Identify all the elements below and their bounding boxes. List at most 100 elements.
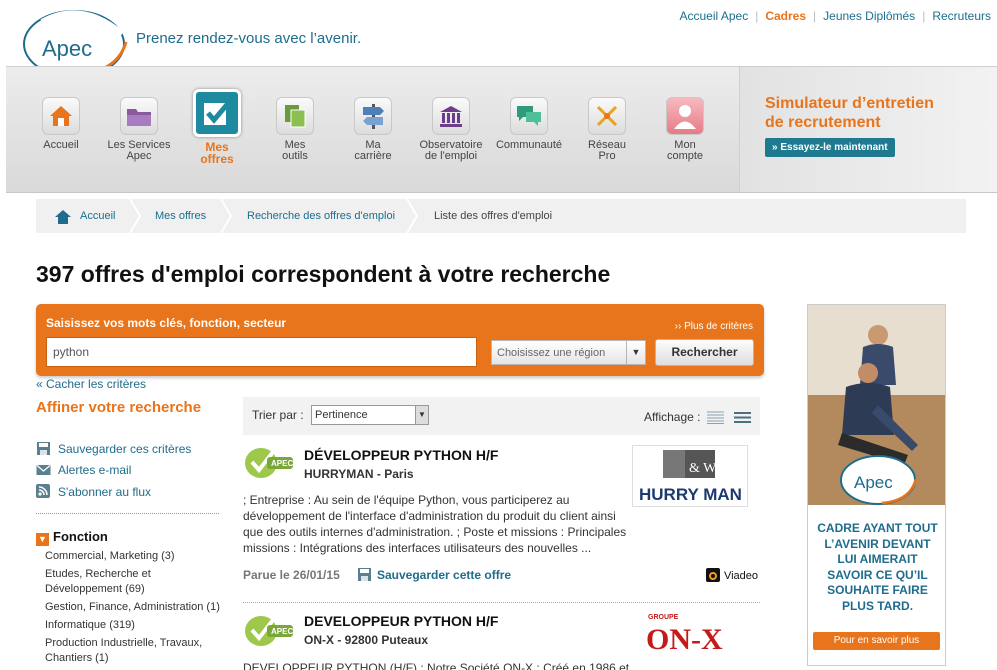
nav-label: Apec xyxy=(126,150,152,162)
envelope-icon xyxy=(36,464,51,477)
save-criteria-link[interactable]: Sauvegarder ces critères xyxy=(36,442,191,456)
ad-logo-text: Apec xyxy=(854,473,893,492)
facet-item[interactable]: Gestion, Finance, Administration (1) xyxy=(45,600,230,615)
email-alerts-label: Alertes e-mail xyxy=(58,463,132,477)
job-company: HURRYMAN - Paris xyxy=(304,467,414,481)
job-description: ; Entreprise : Au sein de l'équipe Pytho… xyxy=(243,493,627,555)
top-link-recruteurs[interactable]: Recruteurs xyxy=(932,9,991,23)
badge-text: APEC xyxy=(271,459,293,468)
search-label: Saisissez vos mots clés, fonction, secte… xyxy=(46,316,287,330)
nav-label: Communauté xyxy=(495,139,563,151)
company-logo[interactable]: GROUPE ON-X xyxy=(642,609,748,659)
nav-item-observatoire[interactable]: Observatoire de l'emploi xyxy=(414,97,488,162)
chat-icon xyxy=(510,97,548,135)
network-icon xyxy=(588,97,626,135)
hide-criteria-link[interactable]: « Cacher les critères xyxy=(36,377,146,391)
search-input[interactable] xyxy=(46,337,477,367)
breadcrumb-accueil[interactable]: Accueil xyxy=(80,210,115,222)
viadeo-link[interactable]: Viadeo xyxy=(705,568,758,582)
rss-icon xyxy=(36,484,51,498)
nav-item-services-apec[interactable]: Les Services Apec xyxy=(102,97,176,162)
ad-apec-logo: Apec xyxy=(840,455,918,505)
save-offer-label: Sauvegarder cette offre xyxy=(377,568,512,582)
collapse-icon: ▼ xyxy=(36,533,49,546)
job-card[interactable]: APEC DEVELOPPEUR PYTHON H/F ON-X - 92800… xyxy=(243,603,760,670)
logo-text: Apec xyxy=(42,36,92,61)
nav-label: offres xyxy=(200,152,234,166)
divider xyxy=(36,513,219,514)
sort-select[interactable]: Pertinence ▼ xyxy=(311,405,429,425)
separator: | xyxy=(922,9,926,23)
page-title: 397 offres d'emploi correspondent à votr… xyxy=(36,261,611,287)
nav-label: compte xyxy=(666,150,704,162)
breadcrumb-separator xyxy=(220,199,233,233)
nav-item-accueil[interactable]: Accueil xyxy=(24,97,98,151)
nav-item-mon-compte[interactable]: Mon compte xyxy=(648,97,722,162)
save-offer-link[interactable]: Sauvegarder cette offre xyxy=(357,568,511,582)
person-icon xyxy=(666,97,704,135)
building-icon xyxy=(432,97,470,135)
nav-item-reseau-pro[interactable]: Réseau Pro xyxy=(570,97,644,162)
facet-item[interactable]: Production Industrielle, Travaux, Chanti… xyxy=(45,636,230,666)
top-link-cadres[interactable]: Cadres xyxy=(765,9,806,23)
refine-title: Affiner votre recherche xyxy=(36,399,202,416)
promo-title-line1: Simulateur d’entretien xyxy=(765,95,934,112)
email-alerts-link[interactable]: Alertes e-mail xyxy=(36,463,131,477)
floppy-disk-icon xyxy=(36,442,51,455)
viadeo-icon xyxy=(705,568,720,582)
more-criteria-link[interactable]: ›› Plus de critères xyxy=(675,321,753,332)
breadcrumb-separator xyxy=(129,199,142,233)
nav-item-mes-outils[interactable]: Mes outils xyxy=(258,97,332,162)
region-select-value: Choisissez une région xyxy=(497,347,606,359)
save-criteria-label: Sauvegarder ces critères xyxy=(58,442,192,456)
region-select[interactable]: Choisissez une région ▼ xyxy=(491,340,646,365)
rss-feed-label: S'abonner au flux xyxy=(58,485,152,499)
breadcrumb-recherche[interactable]: Recherche des offres d'emploi xyxy=(247,210,395,222)
chevron-down-icon: ▼ xyxy=(415,406,428,424)
nav-label: Pro xyxy=(598,150,616,162)
nav-label: Accueil xyxy=(43,139,79,151)
logo-sub-text: & WOMAN xyxy=(689,461,747,476)
top-link-accueil-apec[interactable]: Accueil Apec xyxy=(679,9,748,23)
separator: | xyxy=(755,9,759,23)
checkbox-icon xyxy=(193,89,241,137)
top-link-jeunes-diplomes[interactable]: Jeunes Diplômés xyxy=(823,9,915,23)
job-company: ON-X - 92800 Puteaux xyxy=(304,633,429,647)
job-title[interactable]: DÉVELOPPEUR PYTHON H/F xyxy=(304,447,498,463)
facet-item[interactable]: Etudes, Recherche et Développement (69) xyxy=(45,567,230,597)
job-title[interactable]: DEVELOPPEUR PYTHON H/F xyxy=(304,613,498,629)
breadcrumb-mes-offres[interactable]: Mes offres xyxy=(155,210,206,222)
ad-text: CADRE AYANT TOUT L’AVENIR DEVANT LUI AIM… xyxy=(817,521,938,613)
tagline: Prenez rendez-vous avec l’avenir. xyxy=(136,30,362,47)
breadcrumb: Accueil Mes offres Recherche des offres … xyxy=(36,199,966,233)
job-date: Parue le 26/01/15 xyxy=(243,568,340,582)
viadeo-label: Viadeo xyxy=(723,570,758,582)
documents-icon xyxy=(276,97,314,135)
floppy-disk-icon xyxy=(357,568,372,581)
sort-bar: Trier par : Pertinence ▼ Affichage : xyxy=(243,397,760,435)
logo-text: ON-X xyxy=(646,623,723,656)
facet-item[interactable]: Informatique (319) xyxy=(45,618,230,633)
job-card[interactable]: APEC DÉVELOPPEUR PYTHON H/F HURRYMAN - P… xyxy=(243,435,760,603)
company-logo[interactable]: & WOMAN HURRY MAN xyxy=(632,445,759,507)
promo-try-button[interactable]: » Essayez-le maintenant xyxy=(765,138,895,157)
results-panel: Trier par : Pertinence ▼ Affichage : APE… xyxy=(230,397,760,670)
nav-item-mes-offres[interactable]: Mes offres xyxy=(180,89,254,166)
top-links: Accueil Apec | Cadres | Jeunes Diplômés | Recr… xyxy=(679,9,991,23)
nav-label: de l'emploi xyxy=(424,150,478,162)
advertisement-banner[interactable]: Apec CADRE AYANT TOUT L’AVENIR DEVANT LU… xyxy=(807,304,946,666)
home-icon[interactable] xyxy=(55,210,71,227)
ad-learn-more-button[interactable]: Pour en savoir plus xyxy=(813,632,940,650)
detailed-list-icon[interactable] xyxy=(734,411,751,424)
rss-feed-link[interactable]: S'abonner au flux xyxy=(36,484,151,499)
breadcrumb-current: Liste des offres d'emploi xyxy=(434,210,553,222)
promo-title: Simulateur d’entretien de recrutement xyxy=(765,94,965,132)
nav-item-ma-carriere[interactable]: Ma carrière xyxy=(336,97,410,162)
nav-label: outils xyxy=(282,150,308,162)
compact-list-icon[interactable] xyxy=(707,411,724,424)
facet-fonction-header[interactable]: ▼ Fonction xyxy=(36,529,108,546)
job-description: DEVELOPPEUR PYTHON (H/F) : Notre Société… xyxy=(243,661,630,670)
nav-item-communaute[interactable]: Communauté xyxy=(492,97,566,151)
facet-item[interactable]: Commercial, Marketing (3) xyxy=(45,549,230,564)
search-button[interactable]: Rechercher xyxy=(655,339,754,366)
